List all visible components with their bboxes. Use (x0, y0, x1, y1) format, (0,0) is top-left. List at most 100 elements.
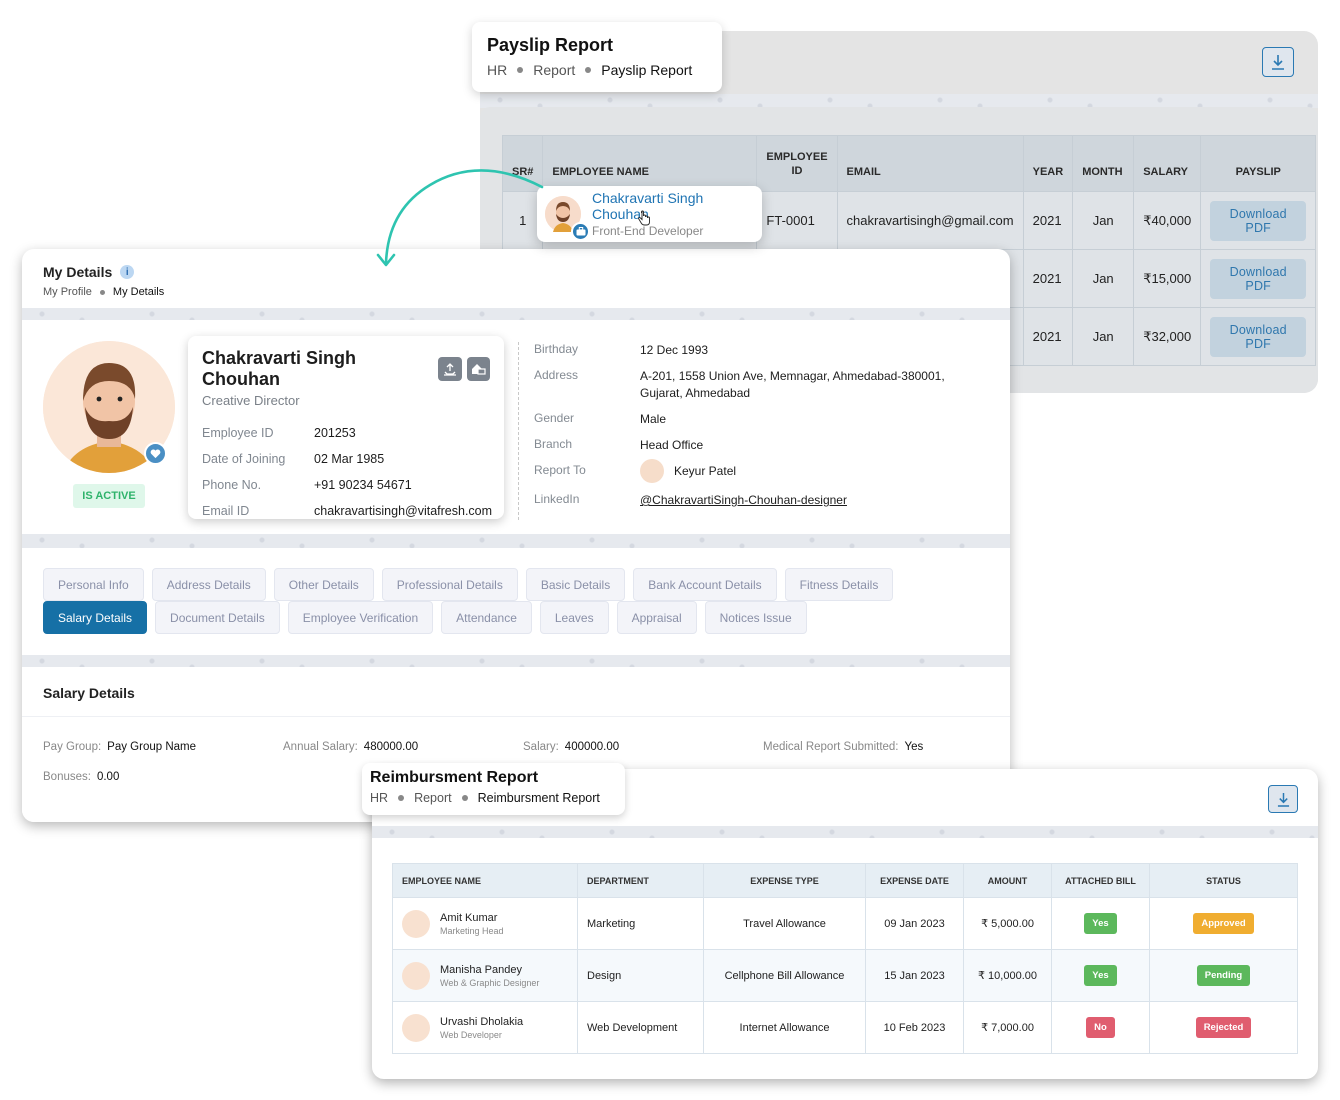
table-row: Urvashi Dholakia Web Developer Web Develop… (392, 1001, 1298, 1054)
month-cell: Jan (1072, 307, 1135, 366)
birthday-label: Birthday (534, 342, 579, 356)
decorative-band (22, 534, 1010, 548)
employee-name[interactable]: Amit Kumar (440, 912, 504, 924)
tab-other-details[interactable]: Other Details (273, 568, 374, 601)
column-header: AMOUNT (963, 863, 1052, 898)
download-icon (1277, 792, 1289, 807)
info-icon[interactable]: i (120, 265, 135, 279)
employee-name-row: Chakravarti Singh Chouhan (202, 348, 490, 390)
department-cell: Design (577, 949, 704, 1002)
salary-cell: ₹15,000 (1133, 249, 1202, 308)
address-value: A-201, 1558 Union Ave, Memnagar, Ahmedab… (640, 369, 945, 400)
tab-appraisal[interactable]: Appraisal (616, 601, 697, 634)
medical-report-field: Medical Report Submitted: Yes (763, 741, 923, 753)
tab-fitness-details[interactable]: Fitness Details (784, 568, 894, 601)
employee-hover-card[interactable]: Chakravarti Singh Chouhan Front-End Deve… (537, 186, 762, 242)
tab-attendance[interactable]: Attendance (441, 601, 532, 634)
breadcrumb-item[interactable]: HR (487, 62, 507, 78)
birthday-value: 12 Dec 1993 (640, 343, 709, 357)
attached-bill-badge[interactable]: Yes (1084, 913, 1117, 934)
employee-name-link[interactable]: Chakravarti Singh Chouhan (592, 190, 762, 222)
download-pdf-button[interactable]: Download PDF (1210, 316, 1307, 357)
salary-cell: ₹32,000 (1133, 307, 1202, 366)
download-pdf-button[interactable]: Download PDF (1210, 258, 1307, 299)
employee-cell: Urvashi Dholakia Web Developer (392, 1001, 578, 1054)
breadcrumb-item[interactable]: My Profile (43, 286, 92, 298)
attached-bill-badge[interactable]: No (1086, 1017, 1115, 1038)
expense-type-cell: Internet Allowance (703, 1001, 866, 1054)
amount-cell: ₹ 7,000.00 (963, 1001, 1052, 1054)
table-row: Amit Kumar Marketing Head Marketing Travel … (392, 897, 1298, 950)
my-details-panel: My Details i My Profile My Details IS AC… (22, 249, 1010, 822)
field-label: Employee ID (202, 426, 274, 440)
employee-name[interactable]: Urvashi Dholakia (440, 1016, 523, 1028)
status-cell: Rejected (1149, 1001, 1298, 1054)
tab-leaves[interactable]: Leaves (539, 601, 609, 634)
field-value: Yes (904, 741, 924, 753)
attached-bill-cell: Yes (1051, 897, 1150, 950)
tab-notices-issue[interactable]: Notices Issue (704, 601, 807, 634)
month-cell: Jan (1072, 191, 1135, 250)
bonuses-field: Bonuses: 0.00 (43, 771, 119, 783)
field-label: Pay Group: (43, 741, 102, 753)
upload-button[interactable] (438, 357, 462, 381)
field-label: Salary: (523, 741, 559, 753)
address-label: Address (534, 368, 579, 382)
status-cell: Approved (1149, 897, 1298, 950)
status-badge: Approved (1193, 913, 1254, 934)
gender-value: Male (640, 412, 667, 426)
payslip-title-card: Payslip Report HR Report Payslip Report (472, 22, 722, 92)
briefcase-icon (576, 227, 585, 236)
employee-name[interactable]: Manisha Pandey (440, 964, 539, 976)
download-pdf-button[interactable]: Download PDF (1210, 200, 1307, 241)
breadcrumb: HR Report Reimbursment Report (370, 791, 617, 805)
expense-date-cell: 15 Jan 2023 (865, 949, 964, 1002)
field-value: 400000.00 (564, 741, 620, 753)
payslip-download-button[interactable] (1262, 47, 1294, 77)
month-cell: Jan (1072, 249, 1135, 308)
status-badge: Pending (1196, 965, 1251, 986)
tab-personal-info[interactable]: Personal Info (43, 568, 144, 601)
breadcrumb-item[interactable]: Report (414, 791, 452, 805)
annual-salary-field: Annual Salary: 480000.00 (283, 741, 418, 753)
tab-document-details[interactable]: Document Details (155, 601, 280, 634)
employee-role: Front-End Developer (592, 224, 704, 238)
attached-bill-badge[interactable]: Yes (1084, 965, 1117, 986)
briefcase-badge (571, 222, 590, 241)
expense-date-cell: 09 Jan 2023 (865, 897, 964, 950)
salary-cell: ₹40,000 (1133, 191, 1202, 250)
payslip-cell: Download PDF (1200, 249, 1317, 308)
employee-cell: Amit Kumar Marketing Head (392, 897, 578, 950)
work-from-home-button[interactable] (466, 357, 490, 381)
reimbursement-download-button[interactable] (1268, 785, 1298, 813)
column-header: EMAIL (836, 135, 1024, 192)
branch-value: Head Office (640, 438, 704, 452)
tab-employee-verification[interactable]: Employee Verification (287, 601, 434, 634)
field-value: 201253 (314, 426, 356, 440)
tab-bank-account-details[interactable]: Bank Account Details (633, 568, 777, 601)
table-header-row: EMPLOYEE NAME DEPARTMENT EXPENSE TYPE EX… (392, 863, 1298, 898)
column-header: SALARY (1133, 135, 1202, 192)
breadcrumb-item[interactable]: Report (533, 62, 575, 78)
hand-cursor-icon (638, 210, 650, 226)
breadcrumb-item[interactable]: HR (370, 791, 388, 805)
breadcrumb-current: Payslip Report (601, 62, 693, 78)
heart-icon (150, 449, 161, 458)
breadcrumb-separator (398, 795, 405, 801)
column-header: EXPENSE DATE (865, 863, 964, 898)
profile-section: IS ACTIVE Chakravarti Singh Chouhan Crea… (22, 320, 1010, 534)
employee-role: Marketing Head (440, 925, 504, 936)
employee-fields: Employee ID 201253 Date of Joining 02 Ma… (202, 426, 492, 518)
tab-basic-details[interactable]: Basic Details (525, 568, 626, 601)
breadcrumb-separator (517, 67, 524, 73)
column-header: EMPLOYEE NAME (542, 135, 758, 192)
manager-name[interactable]: Keyur Patel (674, 463, 736, 480)
linkedin-link[interactable]: @ChakravartiSingh-Chouhan-designer (640, 493, 847, 507)
tab-salary-details[interactable]: Salary Details (43, 601, 148, 634)
field-value: +91 90234 54671 (314, 478, 412, 492)
field-label: Bonuses: (43, 771, 91, 783)
reimbursement-title-card: Reimbursment Report HR Report Reimbursme… (362, 763, 625, 815)
tab-professional-details[interactable]: Professional Details (381, 568, 518, 601)
amount-cell: ₹ 10,000.00 (963, 949, 1052, 1002)
tab-address-details[interactable]: Address Details (151, 568, 266, 601)
